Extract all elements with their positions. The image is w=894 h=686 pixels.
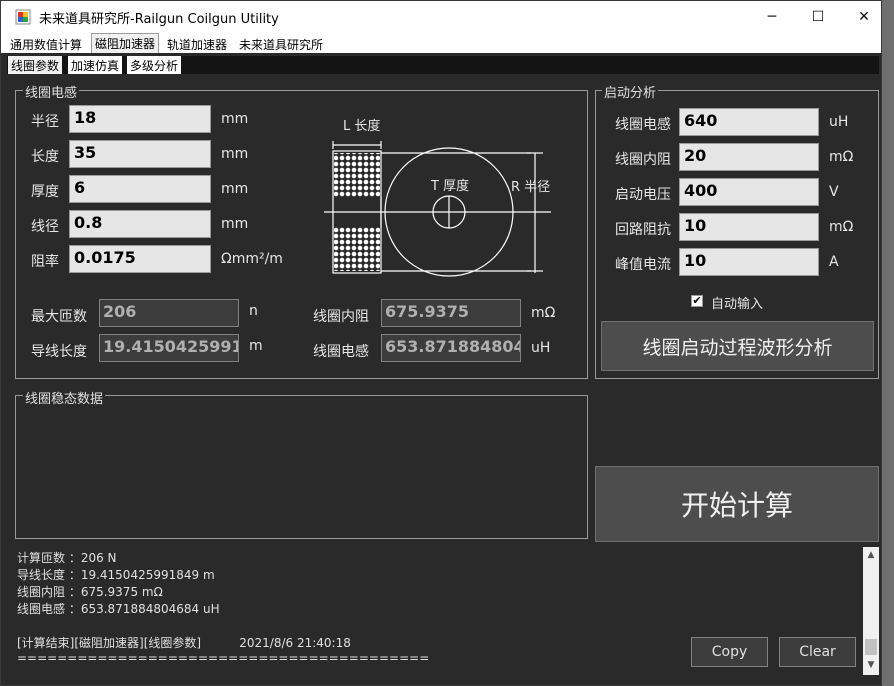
startup-resistance-unit: mΩ bbox=[829, 149, 854, 165]
coil-inductance-output: 653.8718848046 bbox=[381, 334, 521, 362]
tab-multistage[interactable]: 多级分析 bbox=[127, 56, 182, 74]
wire-length-unit: m bbox=[249, 338, 263, 354]
startup-resistance-label: 线圈内阻 bbox=[615, 152, 671, 168]
coil-diagram: L 长度 T 厚度 R 半径 bbox=[324, 118, 551, 277]
tab-lab[interactable]: 未来道具研究所 bbox=[236, 35, 327, 53]
radius-label: 半径 bbox=[31, 114, 59, 130]
auto-input-checkbox[interactable]: ✔ bbox=[691, 295, 703, 307]
coil-inductance-label: 线圈电感 bbox=[313, 344, 369, 360]
thickness-unit: mm bbox=[221, 181, 249, 197]
resistivity-unit: Ωmm²/m bbox=[221, 251, 283, 267]
app-icon bbox=[15, 9, 31, 25]
coil-resistance-output: 675.9375 bbox=[381, 299, 521, 327]
scroll-thumb[interactable] bbox=[865, 639, 877, 655]
close-button[interactable]: ✕ bbox=[841, 1, 887, 33]
scroll-up-icon[interactable]: ▲ bbox=[863, 547, 879, 563]
tab-railgun[interactable]: 轨道加速器 bbox=[164, 35, 231, 53]
clear-button[interactable]: Clear bbox=[779, 637, 856, 667]
close-icon: ✕ bbox=[858, 9, 870, 25]
peak-current-label: 峰值电流 bbox=[615, 257, 671, 273]
copy-button[interactable]: Copy bbox=[691, 637, 768, 667]
log-line: 导线长度 ：19.4150425991849 m bbox=[17, 568, 215, 582]
log-scrollbar[interactable]: ▲ ▼ bbox=[863, 547, 879, 675]
log-line: [计算结束][磁阻加速器][线圈参数] 2021/8/6 21:40:18 bbox=[17, 636, 351, 650]
wire-length-label: 导线长度 bbox=[31, 344, 87, 360]
startup-voltage-input[interactable]: 400 bbox=[679, 178, 819, 206]
diagram-length-label: L 长度 bbox=[343, 118, 380, 134]
resistivity-label: 阻率 bbox=[31, 254, 59, 270]
length-unit: mm bbox=[221, 146, 249, 162]
waveform-analysis-button[interactable]: 线圈启动过程波形分析 bbox=[601, 321, 874, 371]
tab-accel-sim[interactable]: 加速仿真 bbox=[68, 56, 123, 74]
tab-coilgun[interactable]: 磁阻加速器 bbox=[91, 33, 160, 53]
startup-voltage-unit: V bbox=[829, 184, 839, 200]
check-icon: ✔ bbox=[692, 294, 702, 307]
log-line: 计算匝数 ：206 N bbox=[17, 551, 117, 565]
startup-resistance-input[interactable]: 20 bbox=[679, 143, 819, 171]
tab-general-calc[interactable]: 通用数值计算 bbox=[7, 35, 86, 53]
tab-coil-params[interactable]: 线圈参数 bbox=[8, 56, 63, 74]
steady-state-group bbox=[15, 395, 588, 539]
wire-diameter-label: 线径 bbox=[31, 219, 59, 235]
radius-input[interactable]: 18 bbox=[69, 105, 211, 133]
log-line: 线圈内阻 ：675.9375 mΩ bbox=[17, 585, 163, 599]
startup-group-title: 启动分析 bbox=[602, 82, 659, 101]
startup-voltage-label: 启动电压 bbox=[615, 187, 671, 203]
startup-inductance-unit: uH bbox=[829, 114, 849, 130]
maximize-icon: ☐ bbox=[811, 9, 825, 25]
diagram-radius-label: R 半径 bbox=[511, 180, 550, 195]
minimize-button[interactable]: ─ bbox=[749, 1, 795, 33]
max-turns-unit: n bbox=[249, 303, 258, 319]
diagram-thickness-label: T 厚度 bbox=[430, 178, 469, 194]
auto-input-label: 自动输入 bbox=[711, 297, 764, 312]
wire-diameter-unit: mm bbox=[221, 216, 249, 232]
minimize-icon: ─ bbox=[767, 9, 777, 25]
log-line: ========================================… bbox=[17, 651, 430, 665]
inductance-group-title: 线圈电感 bbox=[23, 82, 80, 101]
resistivity-input[interactable]: 0.0175 bbox=[69, 245, 211, 273]
peak-current-input[interactable]: 10 bbox=[679, 248, 819, 276]
wire-diameter-input[interactable]: 0.8 bbox=[69, 210, 211, 238]
steady-state-group-title: 线圈稳态数据 bbox=[23, 388, 106, 407]
max-turns-label: 最大匝数 bbox=[31, 309, 87, 325]
window-title: 未来道具研究所-Railgun Coilgun Utility bbox=[39, 12, 279, 27]
main-window: 未来道具研究所-Railgun Coilgun Utility ─ ☐ ✕ 通用… bbox=[0, 0, 882, 686]
thickness-input[interactable]: 6 bbox=[69, 175, 211, 203]
loop-impedance-input[interactable]: 10 bbox=[679, 213, 819, 241]
scroll-down-icon[interactable]: ▼ bbox=[863, 657, 879, 673]
title-bar[interactable]: 未来道具研究所-Railgun Coilgun Utility ─ ☐ ✕ bbox=[1, 1, 881, 33]
maximize-button[interactable]: ☐ bbox=[795, 1, 841, 33]
coil-resistance-label: 线圈内阻 bbox=[313, 309, 369, 325]
length-label: 长度 bbox=[31, 149, 59, 165]
startup-inductance-input[interactable]: 640 bbox=[679, 108, 819, 136]
thickness-label: 厚度 bbox=[31, 184, 59, 200]
loop-impedance-label: 回路阻抗 bbox=[615, 222, 671, 238]
peak-current-unit: A bbox=[829, 254, 839, 270]
main-tab-strip: 通用数值计算 磁阻加速器 轨道加速器 未来道具研究所 bbox=[1, 33, 881, 53]
length-input[interactable]: 35 bbox=[69, 140, 211, 168]
wire-length-output: 19.41504259918 bbox=[99, 334, 239, 362]
max-turns-output: 206 bbox=[99, 299, 239, 327]
log-line: 线圈电感 ：653.871884804684 uH bbox=[17, 602, 220, 616]
loop-impedance-unit: mΩ bbox=[829, 219, 854, 235]
radius-unit: mm bbox=[221, 111, 249, 127]
startup-inductance-label: 线圈电感 bbox=[615, 117, 671, 133]
coil-resistance-unit: mΩ bbox=[531, 305, 556, 321]
coil-inductance-unit: uH bbox=[531, 340, 551, 356]
start-calc-button[interactable]: 开始计算 bbox=[595, 466, 879, 542]
